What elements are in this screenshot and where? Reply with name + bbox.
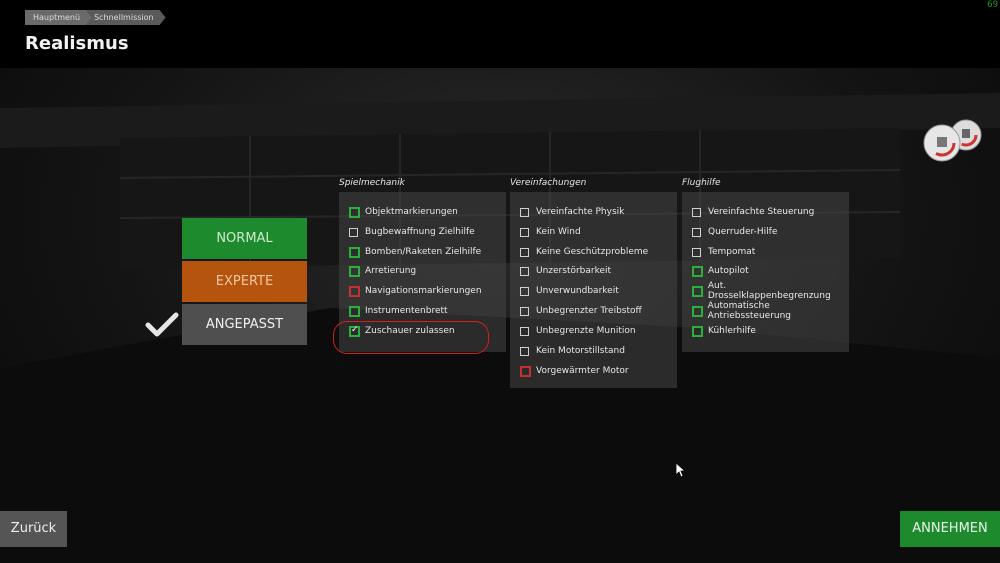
option-vorgewaermter-motor[interactable]: Vorgewärmter Motor — [520, 364, 629, 378]
checkbox[interactable] — [520, 227, 529, 237]
checkbox[interactable] — [349, 246, 360, 258]
column-title-vereinfachungen: Vereinfachungen — [510, 178, 587, 188]
option-bugbewaffnung[interactable]: Bugbewaffnung Zielhilfe — [349, 225, 475, 239]
option-arretierung[interactable]: Arretierung — [349, 264, 416, 278]
selected-check-icon — [145, 312, 179, 337]
fps-counter: 69 — [987, 0, 998, 10]
checkbox[interactable] — [520, 326, 529, 336]
option-objektmarkierungen[interactable]: Objektmarkierungen — [349, 205, 458, 219]
preset-normal-button[interactable]: NORMAL — [182, 218, 307, 259]
checkbox[interactable] — [692, 285, 703, 297]
column-title-flughilfe: Flughilfe — [682, 178, 721, 188]
option-vereinfachte-steuerung[interactable]: Vereinfachte Steuerung — [692, 205, 814, 219]
checkbox[interactable] — [520, 365, 531, 377]
option-navigationsmarkierungen[interactable]: Navigationsmarkierungen — [349, 284, 482, 298]
accept-button[interactable]: ANNEHMEN — [900, 511, 1000, 547]
page-title: Realismus — [25, 33, 129, 54]
option-label: Vereinfachte Steuerung — [708, 207, 815, 217]
option-querruder-hilfe[interactable]: Querruder-Hilfe — [692, 225, 777, 239]
option-unbegrenzter-treibstoff[interactable]: Unbegrenzter Treibstoff — [520, 304, 642, 318]
option-label: Unverwundbarkeit — [536, 286, 619, 296]
checkbox[interactable] — [692, 325, 703, 337]
option-unbegrenzte-munition[interactable]: Unbegrenzte Munition — [520, 324, 636, 338]
red-highlight-ellipse — [333, 321, 489, 354]
option-unzerstoerbarkeit[interactable]: Unzerstörbarkeit — [520, 264, 611, 278]
option-drosselklappenbegrenzung[interactable]: Aut. Drosselklappenbegrenzung — [692, 281, 849, 301]
option-label: Querruder-Hilfe — [708, 227, 778, 237]
checkbox[interactable] — [520, 286, 529, 296]
checkbox[interactable] — [692, 227, 701, 237]
option-label: Instrumentenbrett — [365, 306, 448, 316]
checkbox[interactable] — [349, 285, 360, 297]
option-label: Bugbewaffnung Zielhilfe — [365, 227, 475, 237]
option-label: Vereinfachte Physik — [536, 207, 625, 217]
option-label: Unbegrenzter Treibstoff — [536, 306, 642, 316]
back-button[interactable]: Zurück — [0, 511, 67, 547]
checkbox[interactable] — [520, 207, 529, 217]
option-antriebssteuerung[interactable]: Automatische Antriebssteuerung — [692, 301, 849, 321]
option-kuehlerhilfe[interactable]: Kühlerhilfe — [692, 324, 756, 338]
option-kein-motorstillstand[interactable]: Kein Motorstillstand — [520, 344, 625, 358]
option-label: Unbegrenzte Munition — [536, 326, 636, 336]
option-kein-wind[interactable]: Kein Wind — [520, 225, 581, 239]
preset-angepasst-button[interactable]: ANGEPASST — [182, 304, 307, 345]
checkbox[interactable] — [520, 247, 529, 257]
option-unverwundbarkeit[interactable]: Unverwundbarkeit — [520, 284, 619, 298]
checkbox[interactable] — [349, 206, 360, 218]
option-label: Vorgewärmter Motor — [536, 366, 629, 376]
option-label: Tempomat — [708, 247, 756, 257]
checkbox[interactable] — [520, 266, 529, 276]
breadcrumb-item-quick-mission[interactable]: Schnellmission — [86, 10, 166, 25]
checkbox[interactable] — [349, 227, 358, 237]
checkbox[interactable] — [692, 207, 701, 217]
checkbox[interactable] — [349, 265, 360, 277]
option-label: Automatische Antriebssteuerung — [707, 301, 792, 321]
option-label: Aut. Drosselklappenbegrenzung — [707, 281, 831, 301]
checkbox[interactable] — [692, 247, 701, 257]
option-vereinfachte-physik[interactable]: Vereinfachte Physik — [520, 205, 624, 219]
option-keine-geschuetzprobleme[interactable]: Keine Geschützprobleme — [520, 245, 648, 259]
option-label: Navigationsmarkierungen — [365, 286, 482, 296]
preset-experte-button[interactable]: EXPERTE — [182, 261, 307, 302]
header-bar: 69 Hauptmenü Schnellmission Realismus — [0, 0, 1000, 68]
panel-vereinfachungen: Vereinfachte Physik Kein Wind Keine Gesc… — [510, 192, 677, 388]
checkbox[interactable] — [692, 305, 703, 317]
mouse-cursor-icon — [676, 463, 686, 477]
checkbox[interactable] — [692, 265, 703, 277]
option-label: Unzerstörbarkeit — [536, 266, 612, 276]
option-label: Bomben/Raketen Zielhilfe — [365, 247, 482, 257]
column-title-spielmechanik: Spielmechanik — [339, 178, 405, 188]
option-autopilot[interactable]: Autopilot — [692, 264, 749, 278]
option-label: Arretierung — [365, 266, 417, 276]
option-tempomat[interactable]: Tempomat — [692, 245, 755, 259]
option-label: Keine Geschützprobleme — [536, 247, 649, 257]
option-bomben-raketen[interactable]: Bomben/Raketen Zielhilfe — [349, 245, 481, 259]
option-label: Objektmarkierungen — [365, 207, 458, 217]
difficulty-gauge-icon — [923, 119, 982, 162]
checkbox[interactable] — [349, 305, 360, 317]
option-instrumentenbrett[interactable]: Instrumentenbrett — [349, 304, 448, 318]
option-label: Kein Motorstillstand — [536, 346, 625, 356]
panel-flughilfe: Vereinfachte Steuerung Querruder-Hilfe T… — [682, 192, 849, 352]
option-label: Autopilot — [708, 266, 749, 276]
option-label: Kühlerhilfe — [708, 326, 756, 336]
checkbox[interactable] — [520, 306, 529, 316]
option-label: Kein Wind — [536, 227, 581, 237]
breadcrumb: Hauptmenü Schnellmission — [25, 10, 160, 25]
checkbox[interactable] — [520, 346, 529, 356]
breadcrumb-item-main-menu[interactable]: Hauptmenü — [25, 10, 92, 25]
